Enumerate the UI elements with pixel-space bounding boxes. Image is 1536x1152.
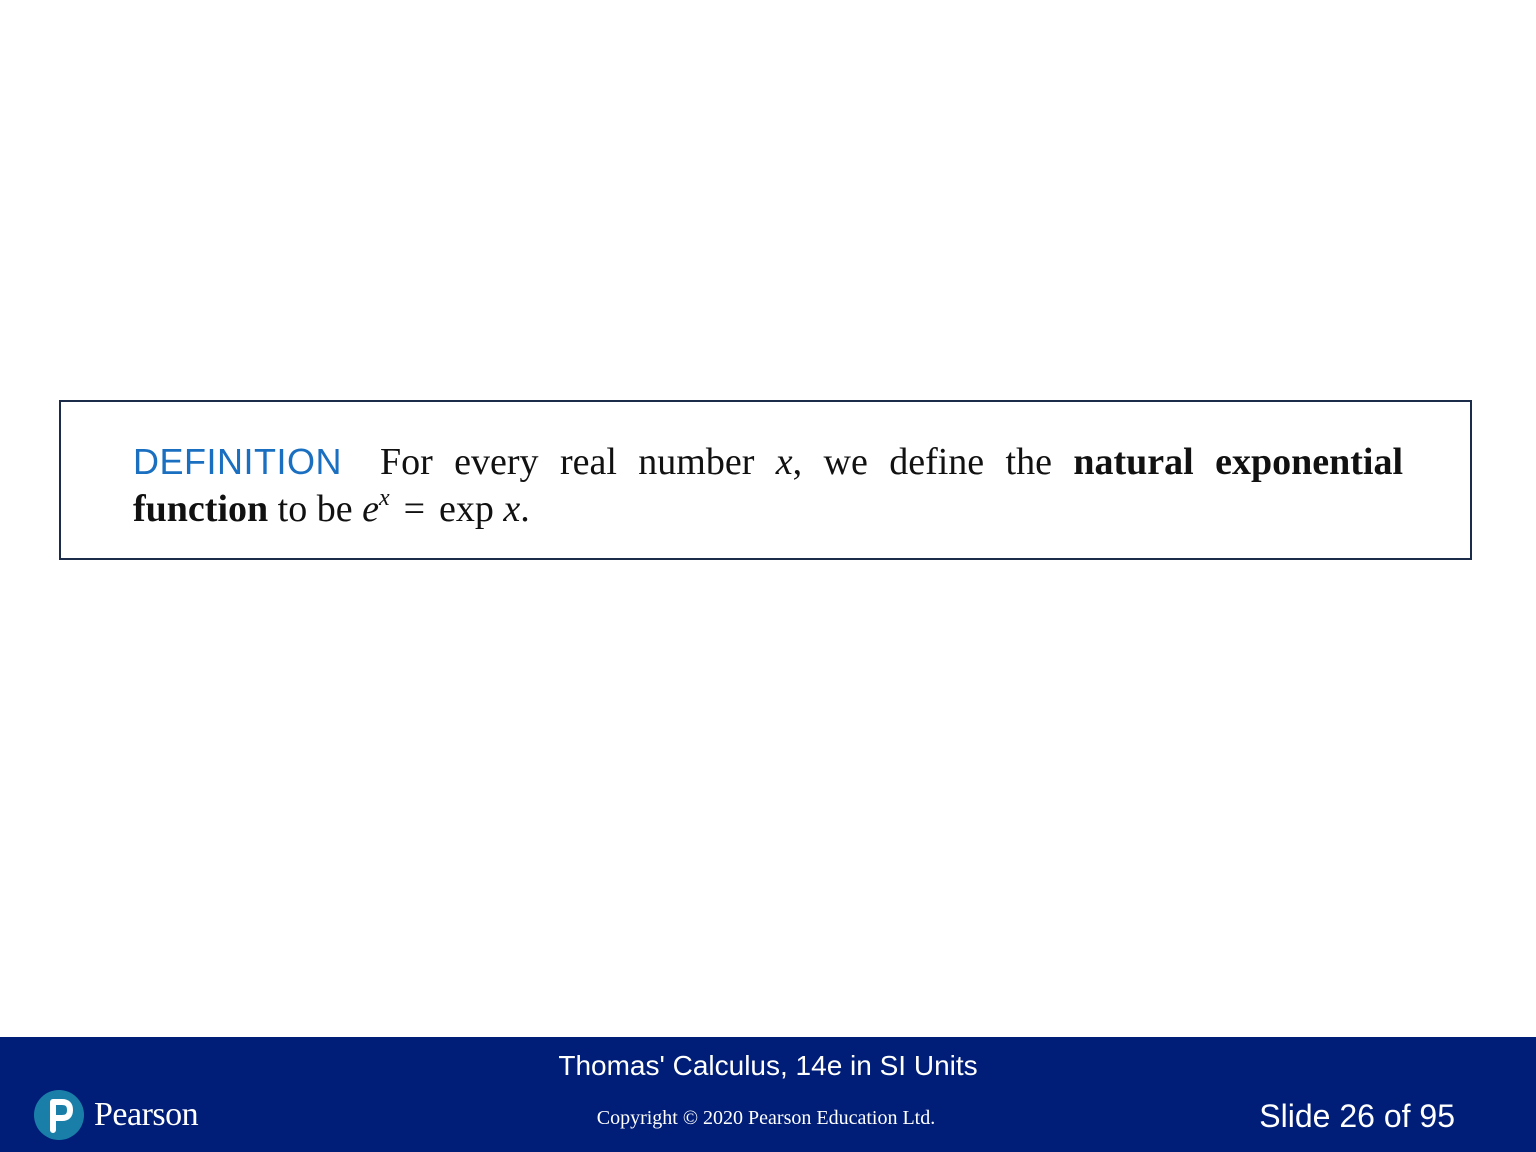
- pearson-logo-icon: [34, 1090, 84, 1140]
- definition-box: DEFINITION For every real number x, we de…: [59, 400, 1472, 560]
- base-e: e: [362, 488, 379, 530]
- defined-term-part-2: function: [133, 488, 269, 530]
- equals-sign: =: [403, 488, 426, 530]
- variable-x: x: [775, 441, 793, 483]
- definition-period: .: [520, 488, 530, 530]
- pearson-logo: Pearson: [34, 1087, 199, 1143]
- slide-number: Slide 26 of 95: [1259, 1098, 1455, 1134]
- book-title: Thomas' Calculus, 14e in SI Units: [558, 1050, 978, 1081]
- exponent-x: x: [378, 485, 390, 511]
- definition-to-be: to be: [277, 488, 353, 530]
- exp-argument-x: x: [503, 488, 521, 530]
- pearson-logo-text: Pearson: [94, 1096, 199, 1133]
- footer-bar: Thomas' Calculus, 14e in SI Units Copyri…: [0, 1037, 1536, 1152]
- definition-continuation: , we define the: [792, 441, 1052, 483]
- definition-intro: For every real number: [380, 441, 755, 483]
- defined-term-part-1: natural exponential: [1073, 441, 1403, 483]
- definition-label: DEFINITION: [133, 441, 342, 482]
- definition-text: DEFINITION For every real number x, we de…: [133, 438, 1403, 533]
- slide: DEFINITION For every real number x, we de…: [0, 0, 1536, 1152]
- definition-line-2: function to be ex = exp x.: [133, 486, 1403, 533]
- definition-line-1: DEFINITION For every real number x, we de…: [133, 438, 1403, 486]
- exp-function: exp: [439, 488, 494, 530]
